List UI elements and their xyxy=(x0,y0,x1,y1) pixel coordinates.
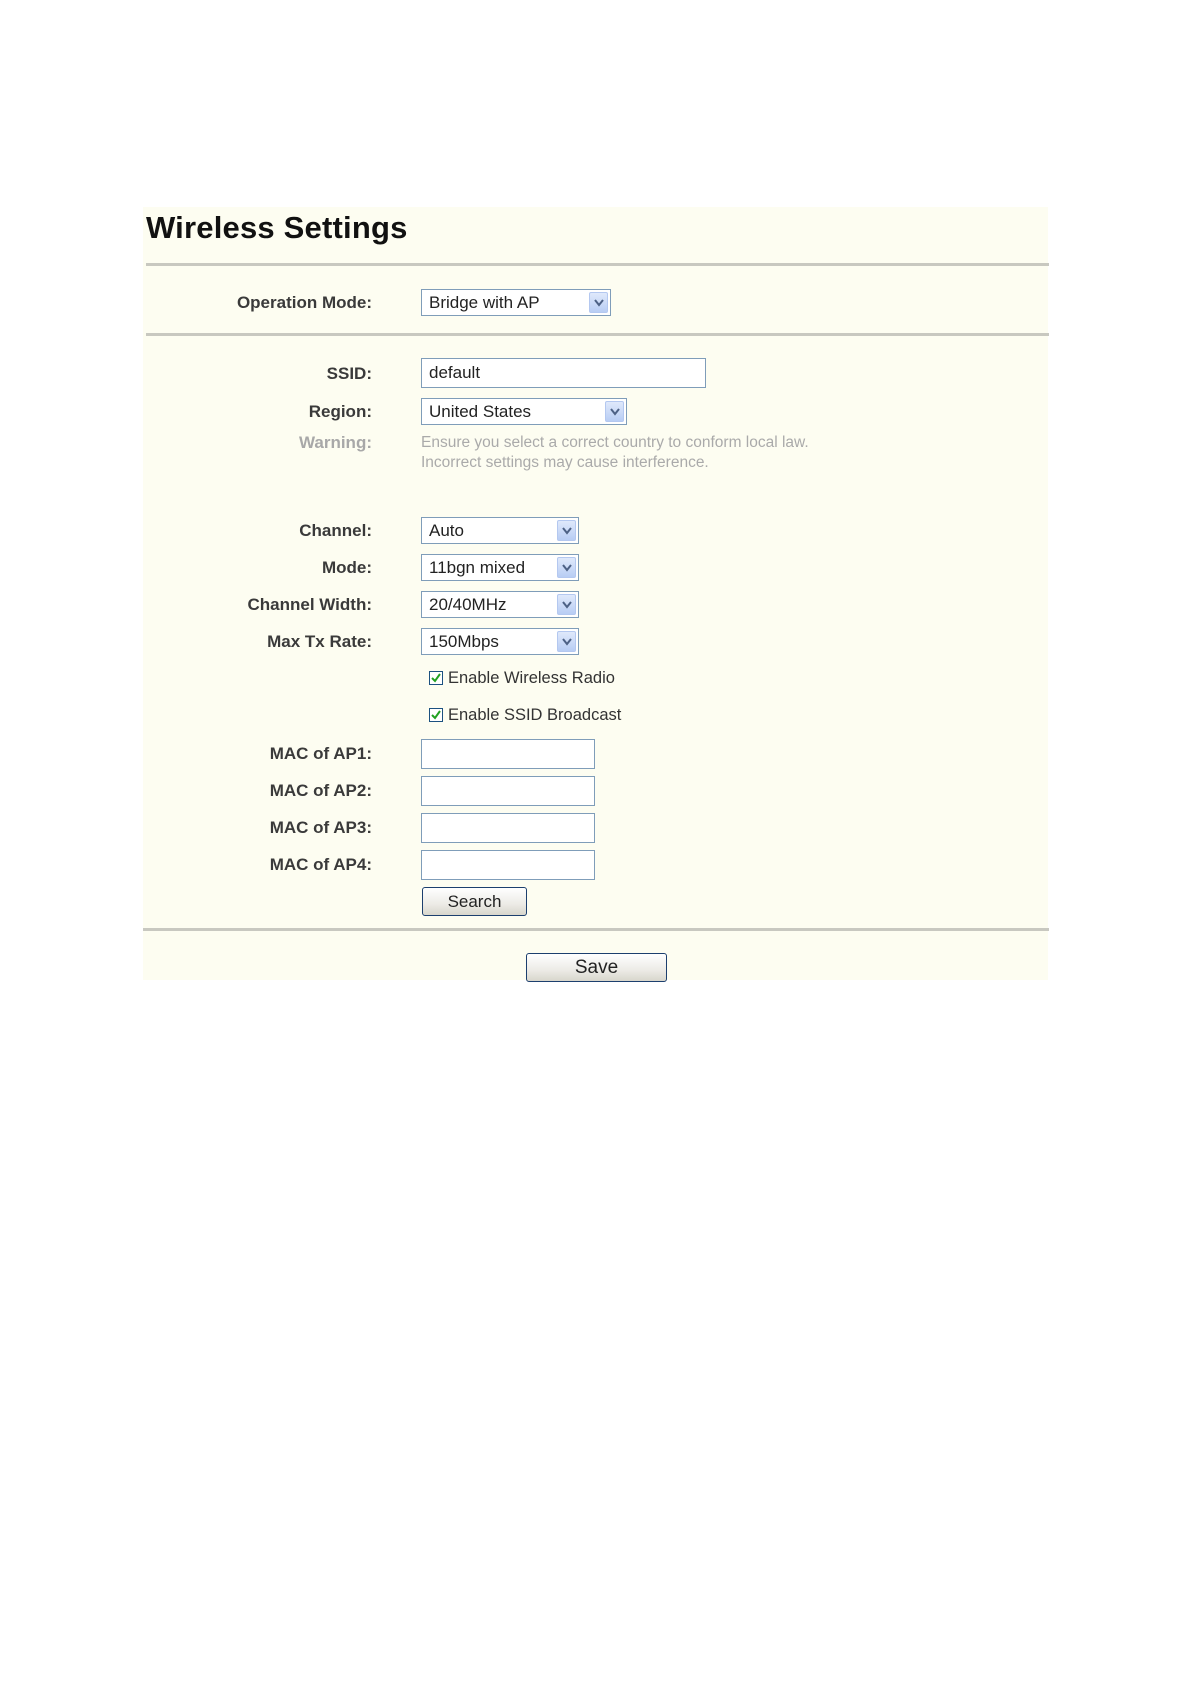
title-divider xyxy=(146,263,1049,266)
region-label: Region: xyxy=(308,402,372,421)
mode-divider xyxy=(146,333,1049,336)
ssid-value: default xyxy=(429,363,481,382)
max-tx-rate-select[interactable]: 150Mbps xyxy=(421,628,579,655)
enable-ssid-broadcast-label: Enable SSID Broadcast xyxy=(448,706,622,724)
mac-ap2-input[interactable] xyxy=(421,776,595,806)
channel-value: Auto xyxy=(429,521,464,540)
chevron-down-icon[interactable] xyxy=(605,401,624,422)
mode-value: 11bgn mixed xyxy=(429,558,526,577)
mac-ap3-input[interactable] xyxy=(421,813,595,843)
region-select[interactable]: United States xyxy=(421,398,627,425)
enable-ssid-broadcast-row[interactable]: Enable SSID Broadcast xyxy=(429,706,621,725)
save-button[interactable]: Save xyxy=(526,953,667,982)
ssid-label: SSID: xyxy=(326,364,372,383)
enable-wireless-radio-row[interactable]: Enable Wireless Radio xyxy=(429,669,615,688)
region-value: United States xyxy=(429,402,532,421)
mac-ap1-label: MAC of AP1: xyxy=(269,744,372,763)
search-button[interactable]: Search xyxy=(422,887,527,916)
checkmark-icon xyxy=(431,710,441,720)
mac-ap2-label: MAC of AP2: xyxy=(269,781,372,800)
chevron-down-icon[interactable] xyxy=(557,594,576,615)
operation-mode-label: Operation Mode: xyxy=(236,293,372,312)
mac-ap3-label: MAC of AP3: xyxy=(269,818,372,837)
chevron-down-icon[interactable] xyxy=(557,631,576,652)
channel-width-value: 20/40MHz xyxy=(429,595,507,614)
max-tx-rate-value: 150Mbps xyxy=(429,632,499,651)
footer-divider xyxy=(143,928,1049,931)
warning-line-2: Incorrect settings may cause interferenc… xyxy=(421,454,709,471)
chevron-down-icon[interactable] xyxy=(557,520,576,541)
mac-ap4-label: MAC of AP4: xyxy=(269,855,372,874)
ssid-input[interactable]: default xyxy=(421,358,706,388)
mode-label: Mode: xyxy=(321,558,372,577)
page-title: Wireless Settings xyxy=(146,210,408,245)
enable-ssid-broadcast-checkbox[interactable] xyxy=(429,708,443,722)
mode-select[interactable]: 11bgn mixed xyxy=(421,554,579,581)
chevron-down-icon[interactable] xyxy=(557,557,576,578)
operation-mode-select[interactable]: Bridge with AP xyxy=(421,289,611,316)
channel-width-label: Channel Width: xyxy=(247,595,373,614)
max-tx-rate-label: Max Tx Rate: xyxy=(267,632,372,651)
warning-label: Warning: xyxy=(298,433,372,452)
mac-ap4-input[interactable] xyxy=(421,850,595,880)
warning-line-1: Ensure you select a correct country to c… xyxy=(421,434,809,451)
channel-width-select[interactable]: 20/40MHz xyxy=(421,591,579,618)
enable-wireless-radio-checkbox[interactable] xyxy=(429,671,443,685)
enable-wireless-radio-label: Enable Wireless Radio xyxy=(448,669,615,687)
operation-mode-value: Bridge with AP xyxy=(429,293,540,312)
channel-label: Channel: xyxy=(299,521,372,540)
chevron-down-icon[interactable] xyxy=(589,292,608,313)
checkmark-icon xyxy=(431,673,441,683)
mac-ap1-input[interactable] xyxy=(421,739,595,769)
channel-select[interactable]: Auto xyxy=(421,517,579,544)
